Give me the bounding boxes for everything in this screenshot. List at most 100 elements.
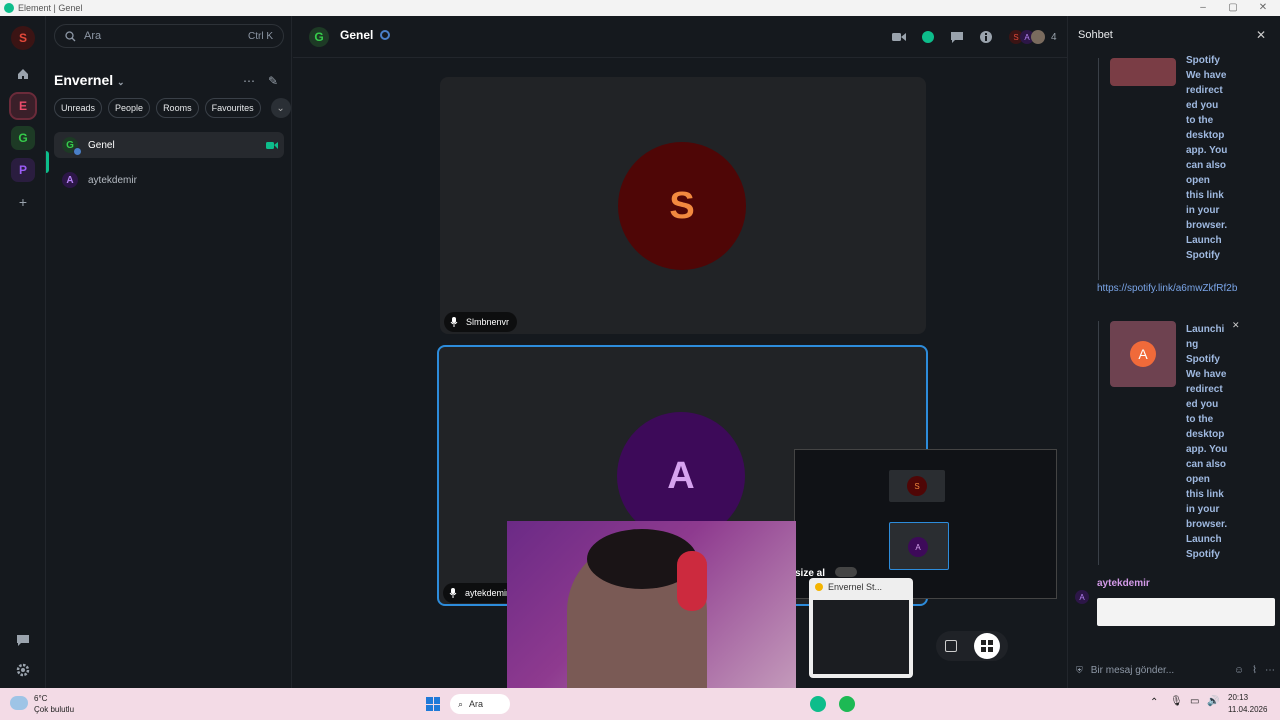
room-item-genel[interactable]: G Genel	[54, 132, 284, 158]
window-title: Element | Genel	[18, 3, 83, 13]
element-app-icon[interactable]	[810, 696, 826, 712]
weather-temp[interactable]: 6°C	[34, 694, 47, 703]
volume-icon[interactable]: 🔊	[1207, 696, 1219, 707]
threads-icon[interactable]	[14, 631, 32, 649]
taskbar-window-thumbnail[interactable]: Envernel St...	[809, 578, 913, 678]
room-header-avatar[interactable]: G	[309, 27, 329, 47]
microphone-icon	[450, 317, 458, 327]
preview-line: to the	[1186, 115, 1214, 126]
taskbar-search[interactable]: ⌕ Ara	[450, 694, 510, 714]
microphone-icon	[449, 588, 457, 598]
user-avatar-initial: S	[18, 31, 27, 45]
space-g[interactable]: G	[11, 126, 35, 150]
room-header-title[interactable]: Genel	[340, 28, 390, 42]
headphone	[677, 551, 707, 611]
clock-time[interactable]: 20:13	[1228, 693, 1248, 702]
filter-unreads[interactable]: Unreads	[54, 98, 103, 118]
side-panel-title: Sohbet	[1078, 29, 1113, 41]
filters-expand-chevron-icon[interactable]: ⌄	[270, 98, 291, 118]
space-initial: E	[18, 99, 27, 113]
message-sender[interactable]: aytekdemir	[1097, 578, 1150, 589]
reply-thread-line	[1098, 58, 1099, 280]
settings-gear-icon[interactable]	[14, 661, 32, 679]
emoji-icon[interactable]: ☺	[1234, 665, 1244, 676]
participant-name-tag: aytekdemir	[443, 583, 518, 603]
preview-line: Spotify	[1186, 55, 1220, 66]
preview-line: can also	[1186, 160, 1227, 171]
search-shortcut: Ctrl K	[248, 30, 273, 42]
weather-description[interactable]: Çok bulutlu	[34, 705, 74, 714]
spotify-app-icon[interactable]	[839, 696, 855, 712]
video-call-icon[interactable]	[891, 29, 907, 45]
image-attachment[interactable]	[1097, 598, 1275, 626]
spotify-preview-image[interactable]: A	[1110, 321, 1176, 387]
windows-start-icon[interactable]	[426, 697, 440, 711]
microphone-tray-icon[interactable]: 🎙	[1170, 696, 1183, 707]
more-options-icon[interactable]: ⋯	[242, 74, 256, 88]
preview-line: ed you	[1186, 399, 1219, 410]
room-header-avatar-initial: G	[314, 30, 324, 44]
space-envernel[interactable]: E	[9, 92, 37, 120]
room-avatar: A	[62, 172, 78, 188]
room-info-icon[interactable]	[978, 29, 994, 45]
search-icon	[65, 30, 76, 41]
preview-line: to the	[1186, 414, 1214, 425]
toggle-switch[interactable]	[835, 567, 857, 577]
chat-bubble-icon[interactable]	[920, 29, 936, 45]
participant-tile[interactable]: S Slmbnenvr	[440, 77, 926, 334]
home-icon[interactable]	[14, 65, 32, 83]
network-icon[interactable]: ▭	[1190, 696, 1199, 707]
threads-icon[interactable]	[949, 29, 965, 45]
search-input[interactable]: Ara Ctrl K	[54, 24, 284, 48]
chat-side-panel: Sohbet ✕ Spotify We have redirect ed you…	[1067, 16, 1280, 688]
participant-name: aytekdemir	[465, 588, 510, 598]
link-preview-text: Spotify We have redirect ed you to the d…	[1186, 53, 1232, 263]
preview-tile: S	[889, 470, 945, 502]
close-window-button[interactable]: ✕	[1248, 0, 1278, 16]
more-options-icon[interactable]: ⋯	[1265, 665, 1275, 676]
compose-icon[interactable]: ✎	[266, 74, 280, 88]
maximize-button[interactable]: ▢	[1218, 0, 1248, 16]
room-list-panel: Ara Ctrl K Envernel ⌄ ⋯ ✎ Unreads People…	[46, 16, 292, 688]
sender-avatar[interactable]: A	[1075, 590, 1089, 604]
tray-chevron-up-icon[interactable]: ⌃	[1150, 697, 1158, 708]
preview-avatar: S	[907, 476, 927, 496]
clock-date[interactable]: 11.04.2026	[1228, 705, 1267, 714]
preview-line: this link	[1186, 489, 1224, 500]
weather-cloud-icon	[10, 696, 28, 710]
space-name[interactable]: Envernel ⌄	[54, 72, 125, 88]
preview-avatar: A	[908, 537, 928, 557]
filter-favourites[interactable]: Favourites	[204, 98, 261, 118]
spotlight-layout-icon[interactable]	[944, 640, 957, 652]
add-space-icon[interactable]: +	[14, 193, 32, 211]
room-item-aytekdemir[interactable]: A aytekdemir	[54, 167, 284, 193]
member-facepile[interactable]: S A 4	[1009, 30, 1057, 44]
room-name: Genel	[88, 139, 115, 151]
preview-line: in your	[1186, 205, 1220, 216]
layout-switcher	[936, 631, 1008, 661]
spotify-link[interactable]: https://spotify.link/a6mwZkfRf2b	[1097, 281, 1242, 296]
space-bar: S E G P +	[0, 16, 46, 688]
close-panel-icon[interactable]: ✕	[1256, 28, 1266, 42]
preview-line: app. You	[1186, 145, 1228, 156]
preview-line: this link	[1186, 190, 1224, 201]
minimize-button[interactable]: –	[1188, 0, 1218, 16]
composer-placeholder: Bir mesaj gönder...	[1090, 664, 1175, 676]
room-avatar: G	[62, 137, 82, 156]
space-p[interactable]: P	[11, 158, 35, 182]
preview-line: ed you	[1186, 100, 1219, 111]
filter-people[interactable]: People	[108, 98, 151, 118]
filter-rooms[interactable]: Rooms	[156, 98, 199, 118]
attachment-icon[interactable]: ⌇	[1252, 665, 1257, 676]
grid-layout-icon[interactable]	[973, 633, 1000, 659]
spotify-preview-image[interactable]	[1110, 58, 1176, 86]
message-composer[interactable]: ⛨ Bir mesaj gönder... ☺ ⌇ ⋯	[1068, 658, 1280, 682]
preview-line: desktop	[1186, 429, 1225, 440]
screen-preview-popup[interactable]: S A size al	[794, 449, 1057, 599]
preview-line: ng	[1186, 339, 1199, 350]
dismiss-preview-icon[interactable]: ✕	[1232, 320, 1240, 331]
user-avatar[interactable]: S	[11, 26, 35, 50]
taskbar-search-label: Ara	[469, 699, 484, 709]
space-initial: G	[18, 131, 28, 145]
search-placeholder: Ara	[84, 30, 102, 42]
